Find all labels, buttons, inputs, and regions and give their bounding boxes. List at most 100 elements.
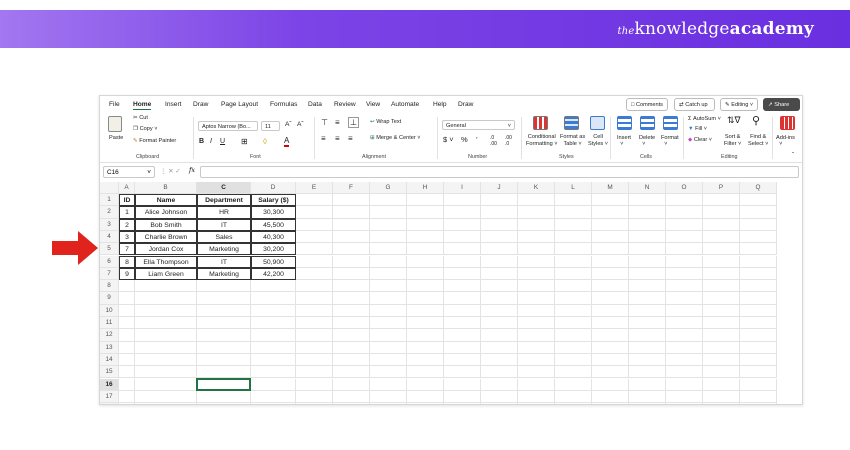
grid-cell[interactable]	[555, 206, 592, 219]
grid-cell[interactable]	[407, 194, 444, 207]
grid-cell[interactable]	[629, 403, 666, 404]
grid-cell[interactable]	[703, 243, 740, 256]
grid-cell[interactable]	[629, 280, 666, 293]
find-select-button[interactable]: Find & Select ˅	[748, 134, 768, 148]
grid-cell[interactable]	[481, 353, 518, 367]
grid-cell[interactable]	[407, 255, 444, 268]
align-middle-icon[interactable]: ≡	[335, 118, 340, 127]
grid-cell[interactable]	[296, 230, 333, 244]
grid-cell[interactable]	[370, 292, 407, 305]
table-cell[interactable]: 3	[119, 230, 135, 244]
grid-cell[interactable]	[555, 304, 592, 317]
grid-cell[interactable]	[481, 341, 518, 354]
grid-cell[interactable]	[407, 341, 444, 354]
grid-cell[interactable]	[444, 267, 481, 281]
grid-cell[interactable]	[629, 206, 666, 219]
grid-cell[interactable]	[703, 194, 740, 207]
grid-cell[interactable]	[555, 280, 592, 293]
grid-cell[interactable]	[629, 366, 666, 379]
grid-cell[interactable]	[119, 304, 135, 317]
grid-cell[interactable]	[135, 329, 197, 342]
table-cell[interactable]: 9	[119, 267, 135, 281]
grid-cell[interactable]	[629, 341, 666, 354]
table-cell[interactable]: 40,300	[251, 230, 296, 244]
grid-cell[interactable]	[251, 341, 296, 354]
grid-cell[interactable]	[740, 292, 777, 305]
grid-cell[interactable]	[481, 280, 518, 293]
grid-cell[interactable]	[333, 304, 370, 317]
menu-insert[interactable]: Insert	[165, 101, 182, 108]
font-size-select[interactable]: 11	[261, 121, 280, 131]
grid-cell[interactable]	[251, 304, 296, 317]
delete-cells-button[interactable]: Delete ˅	[639, 135, 655, 147]
menu-file[interactable]: File	[109, 101, 120, 108]
grid-cell[interactable]	[629, 292, 666, 305]
align-top-icon[interactable]: ⊤	[321, 118, 328, 127]
grid-cell[interactable]	[251, 353, 296, 367]
grid-cell[interactable]	[555, 194, 592, 207]
menu-view[interactable]: View	[366, 101, 380, 108]
grid-cell[interactable]	[629, 267, 666, 281]
grid-cell[interactable]	[703, 206, 740, 219]
grid-cell[interactable]	[296, 255, 333, 268]
addins-button[interactable]: Add-ins ˅	[776, 135, 795, 147]
grid-cell[interactable]	[703, 341, 740, 354]
grid-cell[interactable]	[740, 378, 777, 391]
grid-cell[interactable]	[296, 194, 333, 207]
grid-cell[interactable]	[333, 341, 370, 354]
table-cell[interactable]: 7	[119, 243, 135, 256]
insert-cells-button[interactable]: Insert ˅	[617, 135, 631, 147]
grid-cell[interactable]	[333, 378, 370, 391]
grid-cell[interactable]	[333, 317, 370, 330]
grid-cell[interactable]	[481, 292, 518, 305]
column-header-f[interactable]: F	[333, 182, 370, 194]
grid-cell[interactable]	[197, 403, 251, 404]
grid-cell[interactable]	[592, 206, 629, 219]
row-header-18[interactable]: 18	[100, 403, 119, 404]
grid-cell[interactable]	[296, 292, 333, 305]
grid-cell[interactable]	[370, 267, 407, 281]
share-button[interactable]: ↗ Share	[763, 98, 800, 111]
grid-cell[interactable]	[333, 255, 370, 268]
table-cell[interactable]: 30,200	[251, 243, 296, 256]
grid-cell[interactable]	[370, 206, 407, 219]
grid-cell[interactable]	[444, 280, 481, 293]
grid-cell[interactable]	[370, 353, 407, 367]
row-header-11[interactable]: 11	[100, 317, 119, 330]
grid-cell[interactable]	[370, 403, 407, 404]
column-header-l[interactable]: L	[555, 182, 592, 194]
grid-cell[interactable]	[666, 243, 703, 256]
grid-cell[interactable]	[555, 267, 592, 281]
grid-cell[interactable]	[555, 378, 592, 391]
grid-cell[interactable]	[296, 280, 333, 293]
grid-cell[interactable]	[555, 329, 592, 342]
align-right-icon[interactable]: ≡	[348, 134, 353, 143]
font-shrink-button[interactable]: Aˇ	[297, 121, 304, 128]
table-cell[interactable]: Ella Thompson	[135, 255, 197, 268]
grid-cell[interactable]	[370, 366, 407, 379]
name-box[interactable]: C16 ˅	[103, 166, 155, 178]
row-header-5[interactable]: 5	[100, 243, 119, 256]
grid-cell[interactable]	[555, 403, 592, 404]
grid-cell[interactable]	[444, 378, 481, 391]
row-header-2[interactable]: 2	[100, 206, 119, 219]
grid-cell[interactable]	[592, 243, 629, 256]
grid-cell[interactable]	[666, 304, 703, 317]
grid-cell[interactable]	[197, 341, 251, 354]
column-header-j[interactable]: J	[481, 182, 518, 194]
grid-cell[interactable]	[370, 218, 407, 231]
align-center-icon[interactable]: ≡	[335, 134, 340, 143]
grid-cell[interactable]	[740, 366, 777, 379]
select-all-corner[interactable]	[100, 182, 119, 194]
grid-cell[interactable]	[703, 378, 740, 391]
grid-cell[interactable]	[481, 317, 518, 330]
grid-cell[interactable]	[119, 280, 135, 293]
grid-cell[interactable]	[296, 243, 333, 256]
grid-cell[interactable]	[481, 403, 518, 404]
grid-cell[interactable]	[119, 292, 135, 305]
grid-cell[interactable]	[296, 341, 333, 354]
grid-cell[interactable]	[555, 292, 592, 305]
table-header-cell[interactable]: ID	[119, 194, 135, 207]
grid-cell[interactable]	[555, 317, 592, 330]
table-cell[interactable]: Sales	[197, 230, 251, 244]
